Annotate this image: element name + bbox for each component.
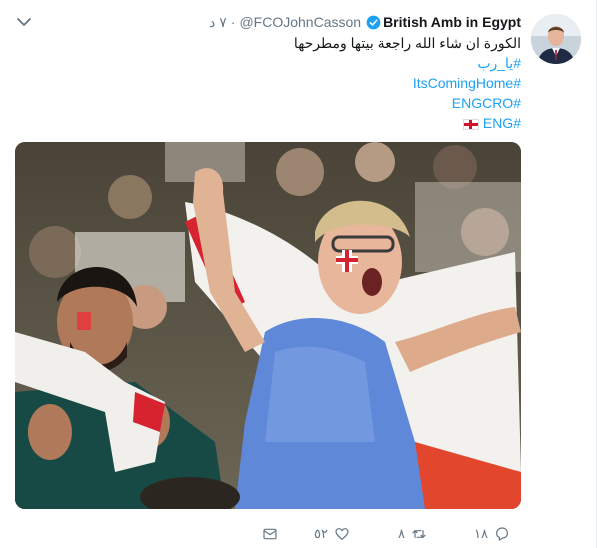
hashtag-link[interactable]: #ItsComingHome [413, 75, 521, 91]
retweet-button[interactable]: ٨ [398, 526, 427, 542]
hashtag-link[interactable]: #ENG [483, 115, 521, 131]
like-count: ٥٢ [314, 526, 328, 541]
heart-icon [335, 528, 349, 540]
like-button[interactable]: ٥٢ [314, 526, 350, 542]
reply-icon [496, 527, 508, 541]
tweet-text: الكورة ان شاء الله راجعة بيتها ومطرحها #… [41, 33, 521, 133]
hashtag-link[interactable]: #ENGCRO [452, 95, 521, 111]
author-name[interactable]: British Amb in Egypt [383, 14, 521, 30]
fans-celebrating-image [15, 142, 521, 509]
tweet-photo[interactable] [15, 142, 521, 509]
tweet-action-bar: ١٨ ٨ ٥٢ [0, 520, 597, 548]
direct-message-icon [263, 528, 277, 540]
tweet-text-line: الكورة ان شاء الله راجعة بيتها ومطرحها [293, 35, 521, 51]
reply-button[interactable]: ١٨ [474, 526, 510, 542]
chevron-down-icon[interactable] [14, 12, 34, 32]
tweet[interactable]: British Amb in Egypt @FCOJohnCasson · ٧ … [0, 0, 597, 548]
england-flag-emoji [462, 118, 479, 130]
retweet-icon [412, 530, 426, 538]
avatar[interactable] [531, 14, 581, 64]
tweet-header: British Amb in Egypt @FCOJohnCasson · ٧ … [209, 12, 521, 32]
separator-dot: · [230, 14, 236, 30]
direct-message-button[interactable] [262, 526, 278, 542]
hashtag-link[interactable]: #يا_رب [477, 55, 521, 71]
reply-count: ١٨ [474, 526, 488, 541]
retweet-count: ٨ [398, 526, 405, 541]
verified-badge-icon [366, 15, 381, 29]
tweet-timestamp[interactable]: ٧ د [209, 14, 227, 31]
author-handle[interactable]: @FCOJohnCasson [239, 14, 361, 30]
